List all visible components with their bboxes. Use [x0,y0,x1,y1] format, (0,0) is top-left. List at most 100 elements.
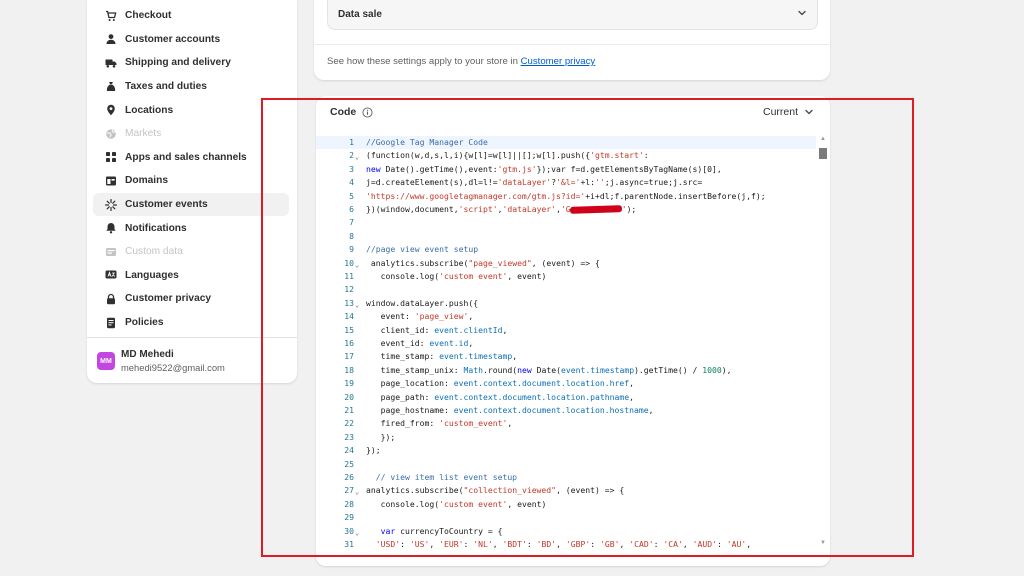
data-sale-accordion[interactable]: Data sale [327,0,818,30]
code-line[interactable]: 14 event: 'page_view', [316,310,816,323]
customer-privacy-link[interactable]: Customer privacy [521,56,596,67]
info-icon[interactable] [362,106,373,118]
code-line[interactable]: 8 [316,230,816,243]
code-line[interactable]: 22 fired_from: 'custom_event', [316,417,816,430]
code-token: event.clientId [434,324,503,335]
code-line[interactable]: 28 console.log('custom event', event) [316,498,816,511]
sidebar-item-customer-events[interactable]: Customer events [93,192,289,217]
code-text: 'https://www.googletagmanager.com/gtm.js… [366,190,766,203]
code-line[interactable]: 15 client_id: event.clientId, [316,324,816,337]
code-text: page_path: event.context.document.locati… [366,391,634,404]
code-token: 'custom event' [439,498,508,509]
code-card: Code Current 1 //Google Tag Manager Code 2… [316,96,830,566]
line-number: 18 [344,364,354,375]
sidebar-divider [87,337,297,338]
code-token: ;j.async=true;j.src= [604,177,703,188]
sidebar-item-languages[interactable]: Languages [93,264,289,288]
code-text: j=d.createElement(s),dl=l!='dataLayer'?'… [366,176,702,189]
code-title-group: Code [330,106,373,118]
code-token: client_id: [366,324,435,335]
code-line[interactable]: 25 [316,458,816,471]
code-line[interactable]: 17 time_stamp: event.timestamp, [316,350,816,363]
scroll-down-arrow-icon[interactable]: ▼ [818,540,828,548]
code-line[interactable]: 24}); [316,444,816,457]
code-line[interactable]: 2 ⌄ (function(w,d,s,l,i){w[l]=w[l]||[];w[l… [316,149,816,162]
code-token: , [507,418,513,429]
code-token: : [590,539,600,548]
code-token: 'dataLayer' [502,204,557,214]
sidebar-item-domains[interactable]: Domains [93,169,289,193]
code-line[interactable]: 7 [316,216,816,229]
code-line[interactable]: 20 page_path: event.context.document.loc… [316,391,816,404]
scroll-up-arrow-icon[interactable]: ▲ [818,136,828,144]
user-profile[interactable]: MM MD Mehedi mehedi9522@gmail.com [97,348,225,374]
code-token: new [366,163,381,174]
code-token: 'BDT' [502,539,527,548]
editor-scrollbar[interactable]: ▲ ▼ [818,136,828,548]
line-number: 7 [349,217,354,228]
code-line[interactable]: 3 new Date().getTime(),event:'gtm.js'});v… [316,163,816,176]
line-number: 28 [344,498,354,509]
code-line[interactable]: 12 [316,283,816,296]
code-line[interactable]: 4 j=d.createElement(s),dl=l!='dataLayer'?… [316,176,816,189]
sidebar-item-label: Custom data [125,246,183,258]
code-line[interactable]: 13 ⌄ window.dataLayer.push({ [316,297,816,310]
code-line[interactable]: 9 //page view event setup [316,243,816,256]
policy-document-icon [104,316,118,330]
code-line[interactable]: 21 page_hostname: event.context.document… [316,404,816,417]
card-divider [314,44,830,45]
code-line[interactable]: 29 [316,511,816,524]
sidebar-item-checkout[interactable]: Checkout [93,4,289,28]
bell-icon [104,221,118,235]
code-line[interactable]: 18 time_stamp_unix: Math.round(new Date(… [316,364,816,377]
line-number: 1 [349,137,354,147]
sidebar-item-customer-privacy[interactable]: Customer privacy [93,287,289,311]
code-token: }); [366,431,396,442]
sidebar-item-label: Customer accounts [125,33,221,45]
sidebar-item-label: Apps and sales channels [125,151,247,163]
code-line[interactable]: 19 page_location: event.context.document… [316,377,816,390]
sidebar-item-apps-and-sales-channels[interactable]: Apps and sales channels [93,146,289,170]
code-text: console.log('custom event', event) [366,270,547,283]
code-token: , [682,539,693,548]
sidebar-item-label: Locations [125,104,174,116]
code-line[interactable]: 27 ⌄ analytics.subscribe("collection_viewe… [316,484,816,497]
globe-icon [104,127,118,141]
code-token: , [746,539,752,548]
sidebar-item-policies[interactable]: Policies [93,311,289,335]
code-line[interactable]: 1 //Google Tag Manager Code [316,136,816,150]
code-token: 'CA' [663,539,683,548]
code-line[interactable]: 6})(window,document,'script','dataLayer'… [316,203,816,216]
location-pin-icon [104,103,118,117]
code-line[interactable]: 23 }); [316,431,816,444]
code-token: "collection_viewed" [463,485,557,496]
cart-icon [104,9,118,23]
code-line[interactable]: 11 console.log('custom event', event) [316,270,816,283]
sidebar-nav-list: Checkout Customer accounts Shipping and de… [87,4,297,334]
code-token: event.context.document.location.hostname [453,405,649,415]
sidebar-item-locations[interactable]: Locations [93,98,289,122]
sidebar-item-taxes-and-duties[interactable]: Taxes and duties [93,75,289,99]
sidebar-item-label: Customer privacy [125,293,212,305]
code-token: //page view event setup [366,244,479,255]
code-token: event: [366,311,415,322]
code-line[interactable]: 16 event_id: event.id, [316,337,816,350]
code-line[interactable]: 10 ⌄ analytics.subscribe("page_viewed", (… [316,257,816,270]
code-token: //Google Tag Manager Code [366,137,488,147]
code-token: time_stamp: [366,351,440,362]
code-line[interactable]: 31 'USD': 'US', 'EUR': 'NL', 'BDT': 'BD'… [316,538,816,548]
code-line[interactable]: 30 ⌄ var currencyToCountry = { [316,525,816,538]
scrollbar-thumb[interactable] [819,148,827,159]
sidebar-item-markets: Markets [93,122,289,146]
code-token: , event) [507,498,547,509]
code-token: '' [595,177,605,188]
version-selector[interactable]: Current [763,106,814,118]
sidebar-item-customer-accounts[interactable]: Customer accounts [93,28,289,52]
code-editor[interactable]: 1 //Google Tag Manager Code 2 ⌄ (function(w,… [316,136,830,548]
code-line[interactable]: 26 // view item list event setup [316,471,816,484]
code-line[interactable]: 5 'https://www.googletagmanager.com/gtm.j… [316,190,816,203]
sidebar-item-shipping-and-delivery[interactable]: Shipping and delivery [93,51,289,75]
code-token: 'BD' [536,539,557,548]
line-number: 13 [344,297,354,308]
sidebar-item-notifications[interactable]: Notifications [93,216,289,240]
